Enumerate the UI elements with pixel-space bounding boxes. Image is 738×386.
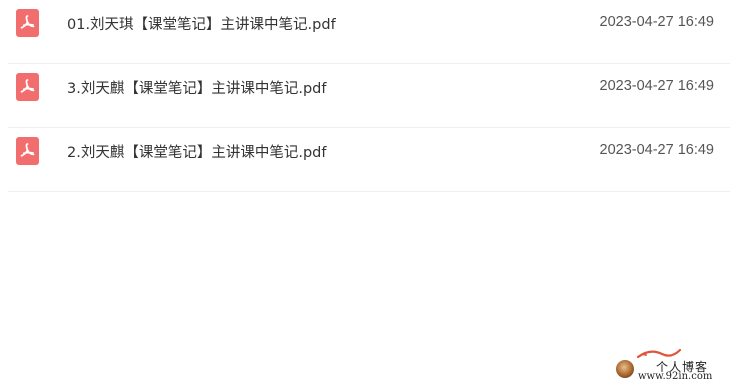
file-row[interactable]: 2.刘天麒【课堂笔记】主讲课中笔记.pdf 2023-04-27 16:49 (8, 128, 730, 192)
file-row[interactable]: 01.刘天琪【课堂笔记】主讲课中笔记.pdf 2023-04-27 16:49 (8, 0, 730, 64)
file-date: 2023-04-27 16:49 (599, 14, 715, 30)
pdf-icon (16, 9, 39, 37)
file-date: 2023-04-27 16:49 (599, 78, 715, 94)
watermark-url: www.92in.com (638, 371, 713, 382)
file-date: 2023-04-27 16:49 (599, 142, 715, 158)
file-name[interactable]: 2.刘天麒【课堂笔记】主讲课中笔记.pdf (67, 141, 326, 162)
watermark: 个人博客 www.92in.com (614, 348, 726, 382)
pdf-icon (16, 73, 39, 101)
file-row[interactable]: 3.刘天麒【课堂笔记】主讲课中笔记.pdf 2023-04-27 16:49 (8, 64, 730, 128)
file-name[interactable]: 3.刘天麒【课堂笔记】主讲课中笔记.pdf (67, 77, 326, 98)
file-name[interactable]: 01.刘天琪【课堂笔记】主讲课中笔记.pdf (67, 13, 336, 34)
file-list: 01.刘天琪【课堂笔记】主讲课中笔记.pdf 2023-04-27 16:49 … (0, 0, 738, 192)
avatar-icon (616, 360, 634, 378)
pdf-icon (16, 137, 39, 165)
